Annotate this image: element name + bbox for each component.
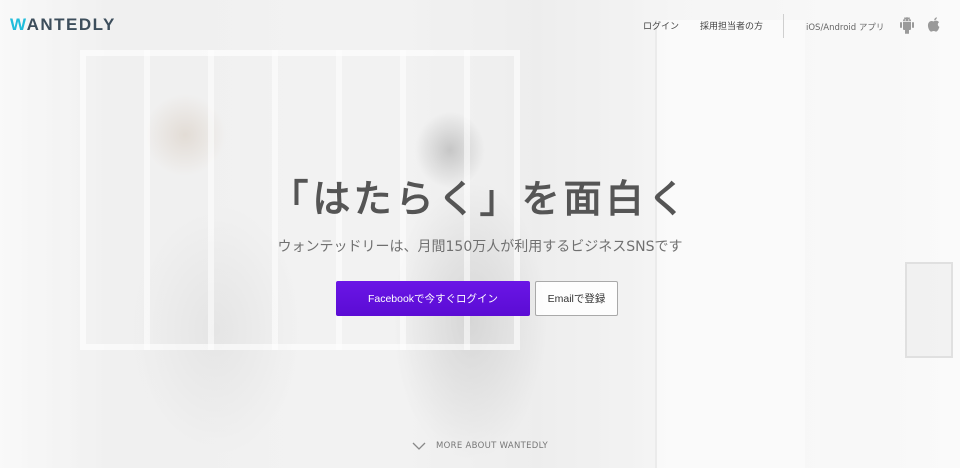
apps-label: iOS/Android アプリ	[806, 23, 885, 33]
login-link[interactable]: ログイン	[643, 19, 679, 32]
logo-w: W	[10, 15, 27, 34]
hero-tagline: ウォンテッドリーは、月間150万人が利用するビジネスSNSです	[277, 239, 683, 255]
wantedly-logo[interactable]: WANTEDLY	[10, 15, 116, 35]
logo-rest: ANTEDLY	[26, 15, 116, 34]
nav-divider	[783, 14, 784, 38]
recruiter-link[interactable]: 採用担当者の方	[700, 19, 763, 32]
apple-icon[interactable]	[926, 16, 942, 34]
email-signup-button[interactable]: Emailで登録	[535, 281, 618, 316]
more-about-label: MORE ABOUT WANTEDLY	[436, 441, 549, 451]
android-icon[interactable]	[899, 16, 915, 34]
header: WANTEDLY ログイン 採用担当者の方 iOS/Android アプリ	[0, 0, 960, 52]
more-about-link[interactable]: MORE ABOUT WANTEDLY	[412, 441, 548, 451]
background-white-overlay	[0, 0, 960, 468]
hero-headline: 「はたらく」を面白く	[270, 177, 690, 221]
hero-background-photo	[0, 0, 960, 468]
facebook-login-button[interactable]: Facebookで今すぐログイン	[336, 281, 530, 316]
chevron-down-icon	[412, 442, 426, 450]
